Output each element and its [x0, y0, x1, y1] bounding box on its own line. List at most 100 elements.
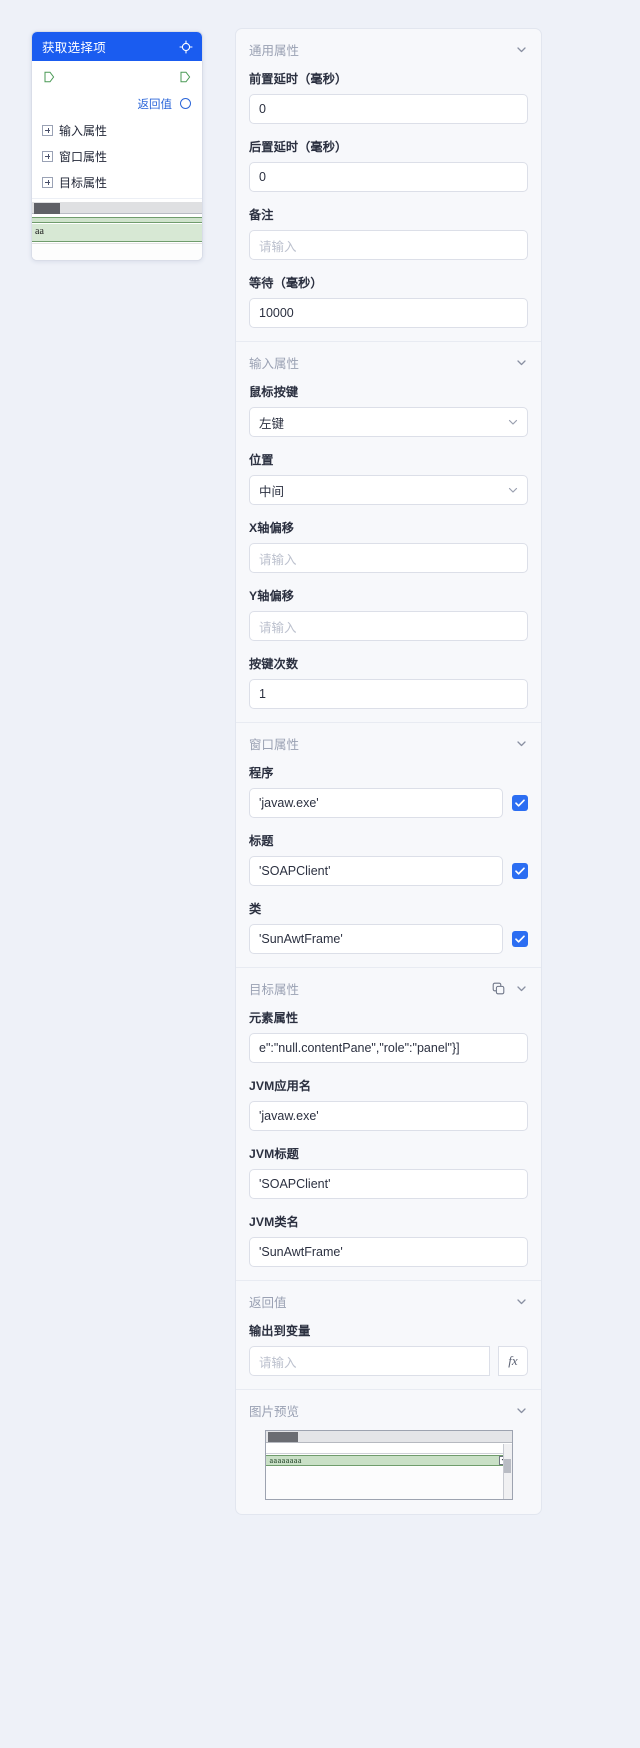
jvm-app-input[interactable]: 'javaw.exe' — [249, 1101, 528, 1131]
caption-checkbox[interactable] — [512, 863, 528, 879]
crosshair-icon[interactable] — [179, 40, 193, 54]
field-label: 后置延时（毫秒） — [249, 140, 348, 154]
field-label: 位置 — [249, 453, 274, 467]
field-label: 等待（毫秒） — [249, 276, 323, 290]
program-input[interactable]: 'javaw.exe' — [249, 788, 503, 818]
preview-scrollbar[interactable] — [502, 1444, 512, 1499]
preview-row-upper — [265, 1444, 512, 1454]
section-actions — [515, 1404, 528, 1417]
section-title: 输入属性 — [249, 356, 300, 371]
section-title: 目标属性 — [249, 982, 300, 997]
section-actions — [492, 982, 528, 995]
field-class: 类 'SunAwtFrame' — [249, 899, 528, 967]
section-title: 图片预览 — [249, 1404, 300, 1419]
section-header-window[interactable]: 窗口属性 — [249, 723, 528, 763]
chevron-down-icon[interactable] — [515, 1404, 528, 1417]
thumbnail-text: aa — [35, 226, 44, 237]
section-title: 返回值 — [249, 1295, 287, 1310]
section-header-preview[interactable]: 图片预览 — [249, 1390, 528, 1430]
workflow-node-card[interactable]: 获取选择项 返回值 输入属性 窗口属性 目标属性 aa — [31, 31, 203, 261]
section-header-return[interactable]: 返回值 — [249, 1281, 528, 1321]
field-label: JVM标题 — [249, 1147, 299, 1161]
class-checkbox[interactable] — [512, 931, 528, 947]
caption-input[interactable]: 'SOAPClient' — [249, 856, 503, 886]
field-label: Y轴偏移 — [249, 589, 295, 603]
copy-icon[interactable] — [492, 982, 505, 995]
section-target: 目标属性 元素属性 e":"null.contentPane","role":"… — [236, 967, 541, 1280]
post-delay-input[interactable]: 0 — [249, 162, 528, 192]
field-label: 程序 — [249, 766, 274, 780]
expand-plus-icon[interactable] — [42, 124, 53, 136]
chevron-down-icon[interactable] — [515, 356, 528, 369]
rpa-property-editor: 获取选择项 返回值 输入属性 窗口属性 目标属性 aa 通用属性 前置延时（毫秒… — [0, 0, 640, 1748]
node-group-input[interactable]: 输入属性 — [32, 117, 202, 143]
field-label: 鼠标按键 — [249, 385, 299, 399]
node-header[interactable]: 获取选择项 — [32, 32, 202, 61]
class-input[interactable]: 'SunAwtFrame' — [249, 924, 503, 954]
pre-delay-input[interactable]: 0 — [249, 94, 528, 124]
return-port-icon[interactable] — [180, 98, 191, 109]
image-preview-thumbnail[interactable]: aaaaaaaa — [264, 1430, 513, 1500]
expand-plus-icon[interactable] — [42, 176, 53, 188]
element-props-input[interactable]: e":"null.contentPane","role":"panel"}] — [249, 1033, 528, 1063]
section-header-target[interactable]: 目标属性 — [249, 968, 528, 1008]
node-thumbnail-preview: aa — [32, 198, 202, 260]
remark-input[interactable]: 请输入 — [249, 230, 528, 260]
program-checkbox[interactable] — [512, 795, 528, 811]
chevron-down-icon[interactable] — [515, 43, 528, 56]
field-click-count: 按键次数 1 — [249, 654, 528, 722]
wait-input[interactable]: 10000 — [249, 298, 528, 328]
preview-row-lower — [265, 1467, 503, 1499]
field-label: X轴偏移 — [249, 521, 295, 535]
field-label: JVM类名 — [249, 1215, 299, 1229]
field-jvm-app: JVM应用名 'javaw.exe' — [249, 1076, 528, 1144]
section-actions — [515, 1295, 528, 1308]
section-header-common[interactable]: 通用属性 — [249, 29, 528, 69]
output-port-icon[interactable] — [179, 70, 191, 83]
section-common: 通用属性 前置延时（毫秒） 0 后置延时（毫秒） 0 备注 请输入 等待（毫秒）… — [236, 29, 541, 341]
field-mouse-button: 鼠标按键 左键 — [249, 382, 528, 450]
field-program: 程序 'javaw.exe' — [249, 763, 528, 831]
chevron-down-icon[interactable] — [515, 982, 528, 995]
field-jvm-title: JVM标题 'SOAPClient' — [249, 1144, 528, 1212]
field-label: 前置延时（毫秒） — [249, 72, 348, 86]
field-jvm-class: JVM类名 'SunAwtFrame' — [249, 1212, 528, 1280]
field-label: JVM应用名 — [249, 1079, 312, 1093]
thumbnail-row-lower — [32, 243, 202, 260]
node-group-label: 窗口属性 — [59, 149, 108, 164]
node-group-label: 输入属性 — [59, 123, 108, 138]
node-group-label: 目标属性 — [59, 175, 108, 190]
mouse-button-select[interactable]: 左键 — [249, 407, 528, 437]
field-label: 按键次数 — [249, 657, 299, 671]
fx-button[interactable]: fx — [498, 1346, 528, 1376]
click-count-input[interactable]: 1 — [249, 679, 528, 709]
jvm-class-input[interactable]: 'SunAwtFrame' — [249, 1237, 528, 1267]
node-title: 获取选择项 — [42, 41, 107, 55]
chevron-down-icon[interactable] — [515, 1295, 528, 1308]
node-port-row — [32, 61, 202, 91]
preview-selected-text: aaaaaaaa — [269, 1456, 302, 1465]
output-var-input[interactable]: 请输入 — [249, 1346, 490, 1376]
jvm-title-input[interactable]: 'SOAPClient' — [249, 1169, 528, 1199]
node-group-window[interactable]: 窗口属性 — [32, 143, 202, 169]
node-return-label: 返回值 — [137, 99, 173, 111]
node-return-row: 返回值 — [32, 91, 202, 117]
offset-x-input[interactable]: 请输入 — [249, 543, 528, 573]
section-title: 通用属性 — [249, 43, 300, 58]
input-port-icon[interactable] — [43, 70, 55, 83]
node-group-target[interactable]: 目标属性 — [32, 169, 202, 195]
offset-y-input[interactable]: 请输入 — [249, 611, 528, 641]
section-input: 输入属性 鼠标按键 左键 位置 中间 X轴偏移 请输入 Y轴偏移 请输入 按键次… — [236, 341, 541, 722]
section-header-input[interactable]: 输入属性 — [249, 342, 528, 382]
preview-scrollbar-thumb[interactable] — [503, 1459, 511, 1473]
field-pre-delay: 前置延时（毫秒） 0 — [249, 69, 528, 137]
field-position: 位置 中间 — [249, 450, 528, 518]
chevron-down-icon[interactable] — [515, 737, 528, 750]
field-offset-x: X轴偏移 请输入 — [249, 518, 528, 586]
expand-plus-icon[interactable] — [42, 150, 53, 162]
field-label: 类 — [249, 902, 262, 916]
position-select[interactable]: 中间 — [249, 475, 528, 505]
preview-titlebar — [265, 1431, 512, 1443]
field-offset-y: Y轴偏移 请输入 — [249, 586, 528, 654]
property-panel: 通用属性 前置延时（毫秒） 0 后置延时（毫秒） 0 备注 请输入 等待（毫秒）… — [235, 28, 542, 1515]
